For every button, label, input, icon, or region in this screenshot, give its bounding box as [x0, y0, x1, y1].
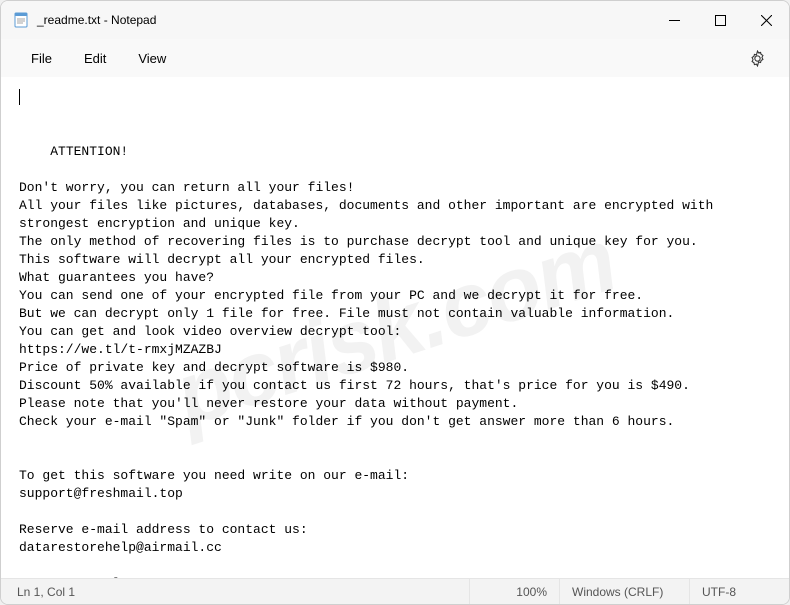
minimize-icon [669, 15, 680, 26]
window-title: _readme.txt - Notepad [37, 13, 156, 27]
status-zoom[interactable]: 100% [469, 579, 559, 604]
notepad-app-icon [13, 12, 29, 28]
gear-icon [749, 50, 766, 67]
minimize-button[interactable] [651, 1, 697, 39]
close-button[interactable] [743, 1, 789, 39]
menu-file[interactable]: File [15, 45, 68, 72]
close-icon [761, 15, 772, 26]
maximize-button[interactable] [697, 1, 743, 39]
text-editor-area[interactable]: pcrisk.com ATTENTION! Don't worry, you c… [1, 77, 789, 578]
menu-view[interactable]: View [122, 45, 182, 72]
status-bar: Ln 1, Col 1 100% Windows (CRLF) UTF-8 [1, 578, 789, 604]
status-line-ending: Windows (CRLF) [559, 579, 689, 604]
title-bar[interactable]: _readme.txt - Notepad [1, 1, 789, 39]
document-text: ATTENTION! Don't worry, you can return a… [19, 144, 721, 578]
notepad-window: _readme.txt - Notepad File Edit View pcr… [0, 0, 790, 605]
text-cursor [19, 89, 20, 105]
status-cursor-position: Ln 1, Col 1 [1, 579, 87, 604]
status-encoding: UTF-8 [689, 579, 789, 604]
menu-edit[interactable]: Edit [68, 45, 122, 72]
menu-bar: File Edit View [1, 39, 789, 77]
maximize-icon [715, 15, 726, 26]
settings-button[interactable] [739, 40, 775, 76]
